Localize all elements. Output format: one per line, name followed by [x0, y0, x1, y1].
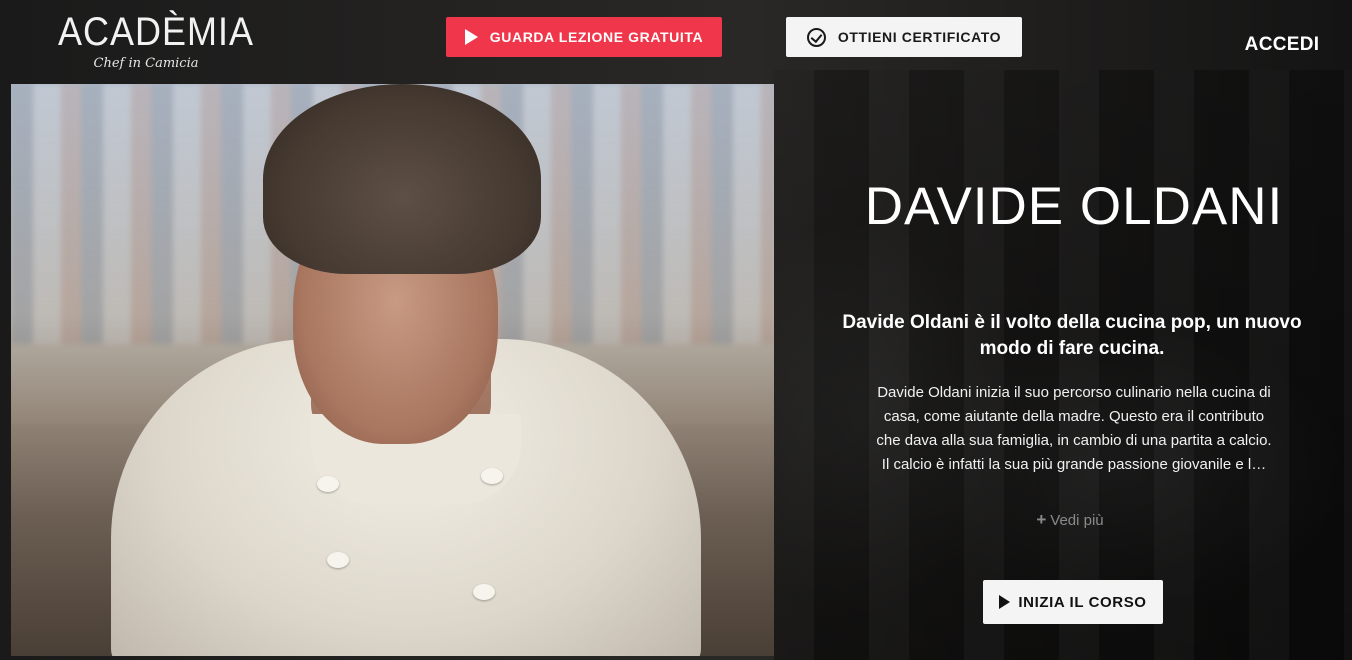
start-course-button[interactable]: INIZIA IL CORSO [983, 580, 1163, 624]
logo[interactable]: ACADÈMIA Chef in Camicia [58, 8, 255, 82]
logo-subtitle: Chef in Camicia [93, 56, 199, 71]
bio-line: che dava alla sua famiglia, in cambio di… [876, 432, 1272, 449]
plus-icon: + [1036, 510, 1047, 529]
bio-line: casa, come aiutante della madre. Questo … [883, 408, 1265, 425]
start-course-label: INIZIA IL CORSO [1018, 593, 1147, 611]
chef-name: DAVIDE OLDANI [864, 177, 1284, 236]
check-circle-icon [806, 27, 826, 47]
logo-title: ACADÈMIA [58, 8, 255, 54]
site-header: ACADÈMIA Chef in Camicia GUARDA LEZIONE … [0, 0, 1352, 84]
play-icon [999, 595, 1011, 609]
see-more-label: Vedi più [1050, 512, 1104, 529]
certificate-label: OTTIENI CERTIFICATO [837, 29, 1002, 45]
play-icon [464, 29, 478, 45]
bio-line: Il calcio è infatti la sua più grande pa… [881, 456, 1267, 473]
login-link[interactable]: ACCEDI [1222, 34, 1342, 56]
certificate-button[interactable]: OTTIENI CERTIFICATO [786, 17, 1022, 57]
free-lesson-label: GUARDA LEZIONE GRATUITA [489, 29, 704, 45]
see-more-link[interactable]: + Vedi più [1020, 510, 1120, 530]
course-tagline: Davide Oldani è il volto della cucina po… [842, 312, 1302, 359]
free-lesson-button[interactable]: GUARDA LEZIONE GRATUITA [446, 17, 722, 57]
bio-line: Davide Oldani inizia il suo percorso cul… [877, 384, 1271, 401]
chef-portrait [11, 84, 774, 656]
chef-bio: Davide Oldani inizia il suo percorso cul… [852, 381, 1296, 477]
